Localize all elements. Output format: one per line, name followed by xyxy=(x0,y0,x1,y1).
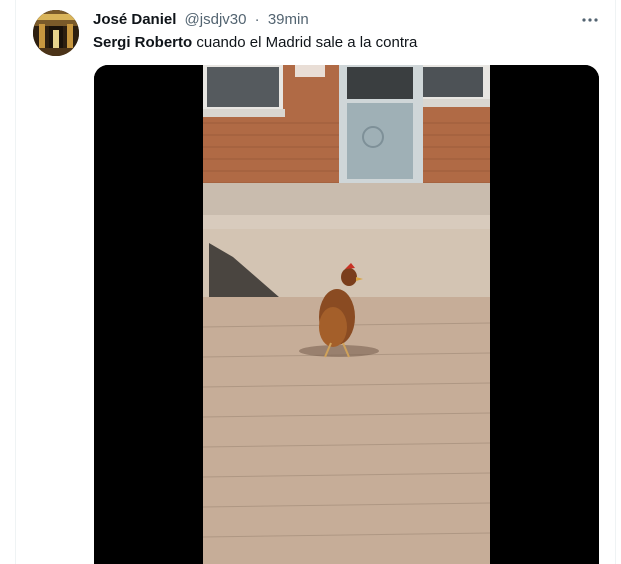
tweet-text-body: cuando el Madrid sale a la contra xyxy=(192,34,418,51)
more-button[interactable] xyxy=(578,8,602,32)
author-handle[interactable]: @jsdjv30 xyxy=(185,11,247,28)
tweet-text: Sergi Roberto cuando el Madrid sale a la… xyxy=(93,33,417,53)
author-name[interactable]: José Daniel xyxy=(93,11,176,28)
tweet-header: José Daniel @jsdjv30 · 39min xyxy=(93,11,309,29)
separator-dot: · xyxy=(254,11,260,28)
tweet-card[interactable]: José Daniel @jsdjv30 · 39min Sergi Rober… xyxy=(15,0,616,564)
tweet-time[interactable]: 39min xyxy=(268,11,309,28)
video-still xyxy=(94,65,599,564)
avatar[interactable] xyxy=(33,10,79,56)
tweet-video[interactable] xyxy=(94,65,599,564)
tweet-text-highlight: Sergi Roberto xyxy=(93,34,193,51)
avatar-image xyxy=(33,10,79,56)
more-horizontal-icon xyxy=(582,18,598,22)
